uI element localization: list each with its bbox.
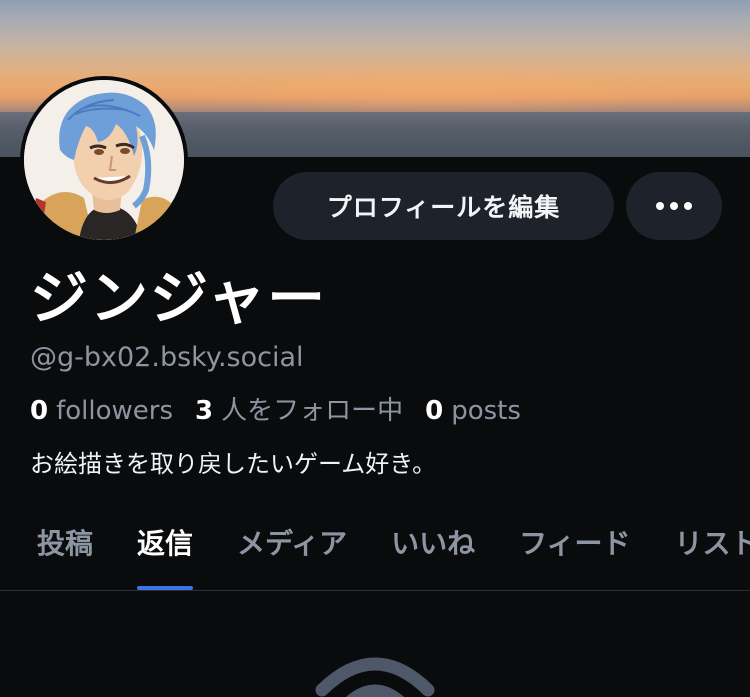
banner-sun-glow: [180, 60, 700, 120]
followers-label[interactable]: followers: [56, 393, 173, 429]
profile-bio: お絵描きを取り戻したいゲーム好き。: [30, 450, 437, 478]
ellipsis-icon-dot: [670, 202, 678, 210]
tab-replies[interactable]: 返信: [137, 516, 194, 590]
profile-screen: プロフィールを編集 ジンジャー @g-bx02.bsky.social 0 fo…: [0, 0, 750, 697]
avatar-illustration: [24, 80, 184, 240]
ellipsis-icon: [656, 202, 664, 210]
tab-posts-label: 投稿: [37, 527, 94, 560]
tab-feeds-label: フィード: [519, 527, 631, 560]
tab-posts[interactable]: 投稿: [37, 516, 93, 590]
profile-stats: 0 followers 3 人をフォロー中 0 posts: [30, 393, 543, 429]
avatar-image: [24, 80, 184, 240]
tab-feeds[interactable]: フィード: [519, 516, 630, 590]
profile-handle: @g-bx02.bsky.social: [30, 342, 304, 373]
tab-replies-label: 返信: [137, 527, 194, 560]
tab-lists-label: リスト: [674, 527, 750, 560]
tab-likes[interactable]: いいね: [391, 516, 475, 590]
tab-media-label: メディア: [237, 527, 348, 560]
following-label[interactable]: 人をフォロー中: [221, 393, 403, 429]
avatar[interactable]: [20, 76, 188, 244]
posts-count: 0: [425, 396, 444, 426]
followers-count[interactable]: 0: [30, 393, 48, 429]
posts-label: posts: [451, 396, 521, 426]
display-name: ジンジャー: [30, 264, 328, 332]
following-count[interactable]: 3: [195, 393, 213, 429]
tab-likes-label: いいね: [391, 527, 476, 560]
tabs-divider: [0, 590, 750, 591]
empty-state-icon: [315, 657, 435, 697]
tab-lists[interactable]: リスト: [675, 516, 750, 590]
profile-tabs: 投稿 返信 メディア いいね フィード リスト: [0, 516, 750, 590]
ellipsis-icon-dot: [684, 202, 692, 210]
edit-profile-button[interactable]: プロフィールを編集: [273, 172, 614, 240]
tab-media[interactable]: メディア: [237, 516, 347, 590]
more-options-button[interactable]: [626, 172, 722, 240]
